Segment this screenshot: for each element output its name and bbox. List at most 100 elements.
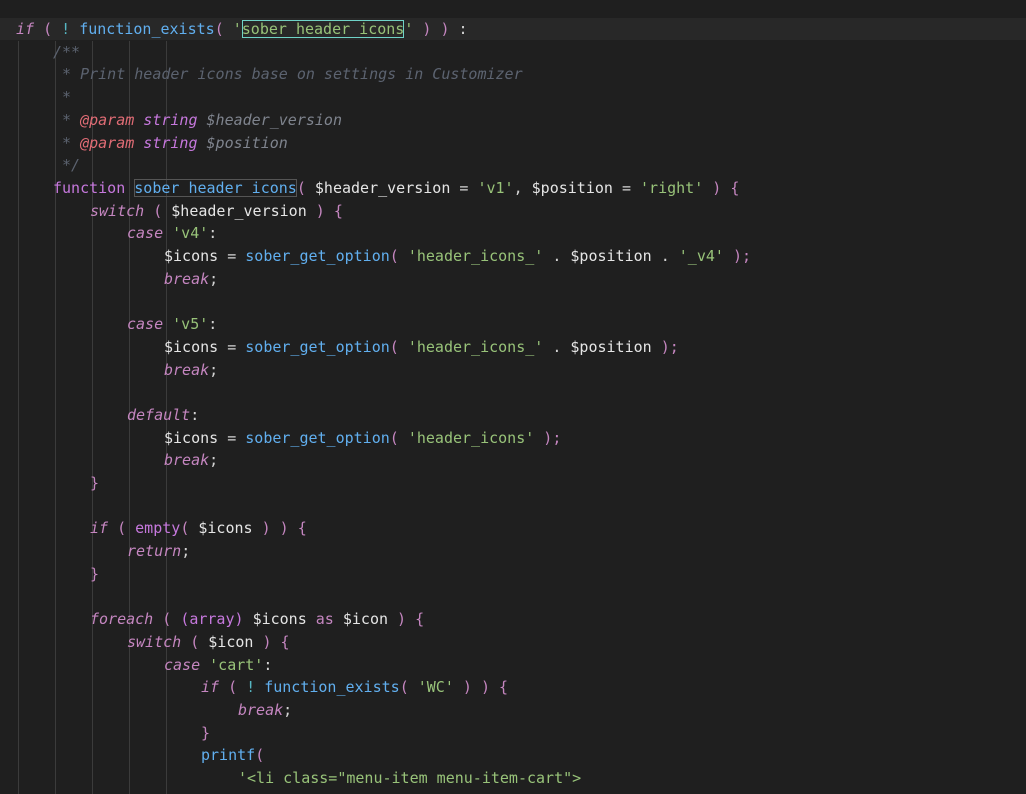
- code-line: switch ( $icon ) {: [127, 631, 290, 654]
- code-token: $header_version: [171, 201, 307, 220]
- code-line: '<li class="menu-item menu-item-cart">: [238, 767, 581, 790]
- code-token: 'header_icons_': [407, 247, 544, 265]
- code-line: break;: [164, 449, 218, 472]
- code-token: '_v4': [678, 247, 724, 265]
- code-token: */: [53, 156, 81, 175]
- code-line: default:: [127, 404, 199, 427]
- code-token: ;: [209, 451, 219, 470]
- code-token: ) ): [252, 519, 298, 538]
- code-line: }: [90, 563, 99, 586]
- code-token: (array): [180, 610, 244, 629]
- code-token: (: [144, 201, 172, 220]
- code-line: $icons = sober_get_option( 'header_icons…: [164, 336, 679, 359]
- code-token: .: [651, 247, 679, 265]
- code-token: (: [399, 678, 418, 697]
- code-token: ): [413, 20, 441, 38]
- code-token: {: [730, 178, 740, 197]
- code-token: sober_get_option: [245, 247, 390, 265]
- code-token: (: [389, 247, 408, 265]
- code-token: empty: [135, 519, 181, 538]
- code-line: case 'v4':: [127, 222, 217, 245]
- code-token: return: [127, 542, 182, 561]
- code-editor[interactable]: if ( ! function_exists( 'sober_header_ic…: [0, 0, 1026, 794]
- code-line: break;: [164, 359, 218, 382]
- code-token: sober_get_option: [245, 428, 390, 447]
- code-token: 'v4': [172, 224, 209, 243]
- code-token: 'v1': [477, 178, 514, 197]
- code-token: /**: [53, 42, 81, 61]
- code-token: ): [440, 20, 450, 38]
- code-token: ): [253, 632, 281, 651]
- code-token: :: [208, 224, 218, 243]
- code-token: (: [389, 428, 408, 447]
- code-token: *: [53, 133, 81, 152]
- code-line: case 'v5':: [127, 313, 217, 336]
- code-token: sober_get_option: [245, 337, 390, 356]
- code-token: case: [127, 224, 164, 243]
- code-token: (: [108, 519, 136, 538]
- code-token: :: [208, 315, 218, 334]
- code-token: }: [90, 564, 100, 583]
- code-token: $header_version: [314, 178, 451, 197]
- code-token: =: [612, 178, 641, 197]
- code-token: * Print header icons base on settings in…: [53, 65, 523, 84]
- code-token: sober_header_icons: [134, 178, 297, 197]
- code-line: /**: [53, 41, 80, 64]
- code-line: switch ( $header_version ) {: [90, 200, 343, 223]
- code-token: foreach: [90, 610, 154, 629]
- code-token: (: [43, 20, 53, 38]
- code-line: if ( empty( $icons ) ) {: [90, 517, 307, 540]
- code-line: if ( ! function_exists( 'WC' ) ) {: [201, 676, 508, 699]
- code-token: function: [53, 178, 126, 197]
- code-token: .: [543, 337, 571, 356]
- code-token: $icons: [164, 428, 219, 447]
- code-token: function_exists: [264, 678, 400, 697]
- code-token: $icon: [208, 632, 254, 651]
- code-line: return;: [127, 540, 190, 563]
- code-token: ) ): [453, 678, 500, 697]
- code-token: ;: [209, 269, 219, 288]
- code-line: $icons = sober_get_option( 'header_icons…: [164, 245, 751, 268]
- code-token: 'header_icons': [407, 428, 535, 447]
- code-token: switch: [127, 632, 182, 651]
- code-token: 'cart': [209, 655, 264, 674]
- code-token: *: [53, 110, 81, 129]
- code-token: '<li class="menu-item menu-item-cart">: [238, 769, 582, 788]
- code-token: :: [190, 405, 200, 424]
- code-token: (: [296, 178, 315, 197]
- code-token: );: [534, 428, 562, 447]
- code-token: =: [218, 247, 246, 265]
- code-token: case: [164, 655, 201, 674]
- code-line: printf(: [201, 744, 264, 767]
- code-token: =: [218, 428, 246, 447]
- code-token: {: [415, 610, 425, 629]
- code-token: ;: [283, 701, 293, 719]
- code-token: }: [90, 474, 100, 492]
- code-token: =: [218, 337, 246, 356]
- code-token: if: [201, 678, 220, 697]
- code-token: $icons: [252, 610, 307, 629]
- code-token: {: [280, 632, 290, 651]
- code-token: function_exists: [79, 20, 215, 38]
- code-line: function sober_header_icons( $header_ver…: [53, 177, 739, 200]
- code-token: {: [297, 519, 307, 538]
- code-token: (: [219, 678, 247, 697]
- code-token: $icon: [342, 610, 389, 629]
- code-line: case 'cart':: [164, 654, 272, 677]
- code-token: sober_header_icons: [241, 20, 405, 38]
- code-token: .: [543, 247, 571, 265]
- code-token: {: [333, 201, 343, 220]
- code-token: switch: [90, 201, 145, 220]
- code-token: string: [134, 110, 207, 129]
- code-token: (: [153, 610, 181, 629]
- code-token: @param: [80, 133, 135, 152]
- code-token: *: [53, 88, 72, 107]
- code-token: $position: [206, 133, 288, 152]
- code-line: }: [201, 722, 210, 745]
- code-token: );: [723, 247, 752, 265]
